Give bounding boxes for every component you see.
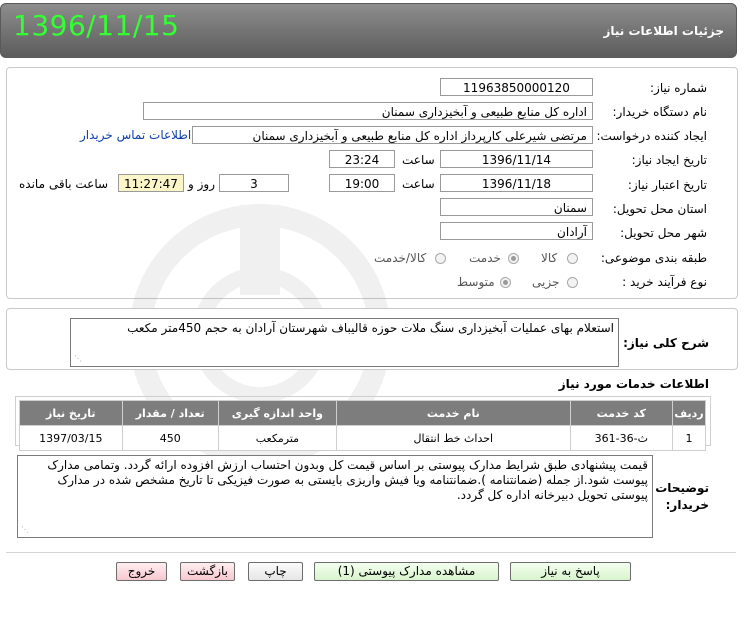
requester-field: مرتضی شیرعلی کارپرداز اداره کل منابع طبی… bbox=[192, 126, 593, 144]
view-documents-button[interactable]: مشاهده مدارک پیوستی (1) bbox=[314, 562, 499, 581]
services-table: ردیف کد خدمت نام خدمت واحد اندازه گیری ت… bbox=[19, 400, 706, 451]
header-date: 1396/11/15 bbox=[13, 9, 180, 42]
buyer-notes-field: قیمت پیشنهادی طبق شرایط مدارک پیوستی بر … bbox=[17, 455, 653, 538]
process-option-medium: متوسط bbox=[457, 275, 495, 289]
col-row: ردیف bbox=[672, 400, 706, 426]
resize-handle-icon[interactable]: ⋰ bbox=[74, 355, 82, 363]
col-qty: تعداد / مقدار bbox=[121, 400, 219, 426]
cell-unit: مترمکعب bbox=[217, 425, 337, 451]
process-radio-medium[interactable] bbox=[500, 277, 511, 288]
city-label: شهر محل تحویل: bbox=[620, 226, 707, 240]
validity-date-field: 1396/11/18 bbox=[440, 174, 593, 192]
buyer-notes-text: قیمت پیشنهادی طبق شرایط مدارک پیوستی بر … bbox=[47, 458, 648, 502]
exit-button[interactable]: خروج bbox=[116, 562, 167, 581]
requester-label: ایجاد کننده درخواست: bbox=[596, 129, 707, 143]
category-label: طبقه بندی موضوعی: bbox=[600, 251, 707, 265]
col-date: تاریخ نیاز bbox=[19, 400, 123, 426]
services-header-row: ردیف کد خدمت نام خدمت واحد اندازه گیری ت… bbox=[19, 400, 706, 426]
cell-date: 1397/03/15 bbox=[19, 425, 123, 451]
process-radio-minor[interactable] bbox=[567, 277, 578, 288]
need-number-field: 11963850000120 bbox=[440, 78, 593, 96]
description-field: استعلام بهای عملیات آبخیزداری سنگ ملات ح… bbox=[70, 318, 619, 367]
category-radio-service[interactable] bbox=[508, 253, 519, 264]
process-option-minor: جزیی bbox=[532, 275, 560, 289]
buyer-org-label: نام دستگاه خریدار: bbox=[612, 105, 708, 119]
created-time-field: 23:24 bbox=[329, 150, 395, 168]
buyer-org-field: اداره کل منابع طبیعی و آبخیزداری سمنان bbox=[143, 102, 593, 120]
reply-button[interactable]: پاسخ به نیاز bbox=[510, 562, 631, 581]
category-option-service: خدمت bbox=[469, 251, 501, 265]
description-text: استعلام بهای عملیات آبخیزداری سنگ ملات ح… bbox=[127, 321, 614, 335]
created-date-label: تاریخ ایجاد نیاز: bbox=[631, 153, 707, 167]
back-button[interactable]: بازگشت bbox=[180, 562, 235, 581]
cell-row: 1 bbox=[672, 425, 706, 451]
cell-code: ث-36-361 bbox=[569, 425, 674, 451]
table-row: 1 ث-36-361 احداث خط انتقال مترمکعب 450 1… bbox=[19, 425, 706, 451]
need-number-label: شماره نیاز: bbox=[650, 81, 707, 95]
validity-date-label: تاریخ اعتبار نیاز: bbox=[627, 178, 707, 192]
created-date-field: 1396/11/14 bbox=[440, 150, 593, 168]
page-title: جزئیات اطلاعات نیاز bbox=[603, 24, 724, 38]
col-name: نام خدمت bbox=[335, 400, 571, 426]
services-title: اطلاعات خدمات مورد نیاز bbox=[558, 377, 709, 391]
city-field: آرادان bbox=[440, 222, 593, 240]
cell-qty: 450 bbox=[121, 425, 219, 451]
contact-buyer-link[interactable]: اطلاعات تماس خریدار bbox=[80, 128, 191, 142]
col-unit: واحد اندازه گیری bbox=[217, 400, 337, 426]
description-label: شرح کلی نیاز: bbox=[623, 336, 709, 350]
print-button[interactable]: چاپ bbox=[248, 562, 303, 581]
province-field: سمنان bbox=[440, 198, 593, 216]
created-time-label: ساعت bbox=[402, 153, 435, 167]
col-code: کد خدمت bbox=[569, 400, 674, 426]
cell-name: احداث خط انتقال bbox=[335, 425, 571, 451]
category-option-goods: کالا bbox=[541, 251, 558, 265]
province-label: استان محل تحویل: bbox=[612, 202, 707, 216]
category-radio-goods[interactable] bbox=[567, 253, 578, 264]
process-label: نوع فرآیند خرید : bbox=[622, 275, 707, 289]
buyer-notes-label: توضیحات خریدار: bbox=[655, 481, 709, 512]
resize-handle-icon[interactable]: ⋰ bbox=[21, 526, 29, 534]
